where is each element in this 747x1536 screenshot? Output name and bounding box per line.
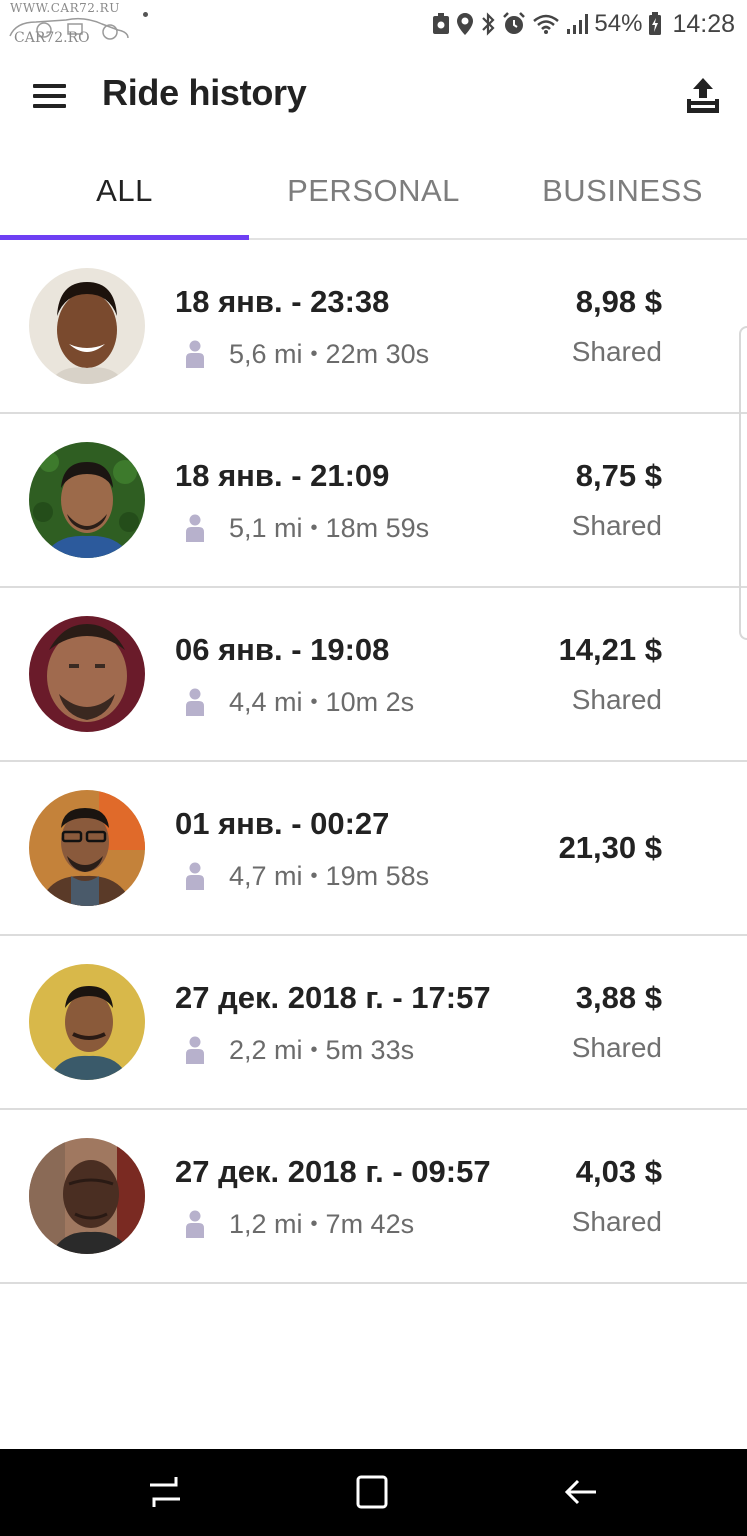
separator-dot: • xyxy=(310,516,318,539)
ride-type: Shared xyxy=(571,510,662,541)
tab-business[interactable]: BUSINESS xyxy=(498,144,747,238)
ride-price: 14,21 $ xyxy=(558,632,662,667)
separator-dot: • xyxy=(310,690,318,713)
person-icon xyxy=(185,1036,205,1064)
ride-price: 8,98 $ xyxy=(575,284,662,319)
ride-row[interactable]: 06 янв. - 19:08 4,4 mi • 10m 2s 14,21 $ … xyxy=(0,588,747,762)
hamburger-menu-icon[interactable] xyxy=(30,78,70,114)
person-icon xyxy=(185,340,205,368)
ride-price: 21,30 $ xyxy=(558,830,662,865)
app-bar: Ride history xyxy=(0,48,747,144)
location-icon xyxy=(456,12,474,36)
ride-duration: 22m 30s xyxy=(325,338,430,369)
person-icon xyxy=(185,862,205,890)
status-time: 14:28 xyxy=(672,9,735,38)
recent-apps-icon[interactable] xyxy=(140,1469,190,1515)
scrollbar[interactable] xyxy=(739,326,747,640)
ride-duration: 7m 42s xyxy=(325,1208,415,1239)
ride-distance: 5,1 mi xyxy=(229,512,303,543)
wifi-icon xyxy=(532,13,560,35)
separator-dot: • xyxy=(310,864,318,887)
page-title: Ride history xyxy=(102,72,307,113)
status-bar: WWW.CAR72.RU CAR72.RO 54% 14:28 xyxy=(0,0,747,48)
back-icon[interactable] xyxy=(558,1469,608,1515)
ride-date: 27 дек. 2018 г. - 17:57 xyxy=(175,980,491,1015)
tab-label: PERSONAL xyxy=(287,173,460,208)
alarm-icon xyxy=(502,12,526,36)
driver-avatar xyxy=(29,268,145,384)
ride-duration: 18m 59s xyxy=(325,512,430,543)
system-nav-bar xyxy=(0,1449,747,1536)
ride-row[interactable]: 27 дек. 2018 г. - 09:57 1,2 mi • 7m 42s … xyxy=(0,1110,747,1284)
ride-price: 4,03 $ xyxy=(575,1154,662,1189)
driver-avatar xyxy=(29,1138,145,1254)
watermark-bottom-text: CAR72.RO xyxy=(14,30,90,46)
person-icon xyxy=(185,688,205,716)
ride-meta: 4,4 mi • 10m 2s xyxy=(185,684,414,720)
home-icon[interactable] xyxy=(348,1469,398,1515)
notification-dot-icon xyxy=(143,12,148,17)
driver-avatar xyxy=(29,790,145,906)
ride-filter-tabs: ALL PERSONAL BUSINESS xyxy=(0,144,747,240)
watermark: WWW.CAR72.RU CAR72.RO xyxy=(6,1,136,46)
ride-date: 27 дек. 2018 г. - 09:57 xyxy=(175,1154,491,1189)
ride-distance: 5,6 mi xyxy=(229,338,303,369)
ride-date: 18 янв. - 21:09 xyxy=(175,458,390,493)
ride-meta: 2,2 mi • 5m 33s xyxy=(185,1032,414,1068)
tab-label: ALL xyxy=(96,173,153,208)
ride-type: Shared xyxy=(571,1206,662,1237)
tab-all[interactable]: ALL xyxy=(0,144,249,238)
ride-duration: 19m 58s xyxy=(325,860,430,891)
ride-meta: 4,7 mi • 19m 58s xyxy=(185,858,429,894)
battery-percent: 54% xyxy=(594,10,643,37)
ride-distance: 1,2 mi xyxy=(229,1208,303,1239)
ride-distance: 4,7 mi xyxy=(229,860,303,891)
driver-avatar xyxy=(29,442,145,558)
separator-dot: • xyxy=(310,342,318,365)
ride-date: 01 янв. - 00:27 xyxy=(175,806,390,841)
notification-icon xyxy=(432,13,450,35)
person-icon xyxy=(185,514,205,542)
ride-meta: 5,6 mi • 22m 30s xyxy=(185,336,429,372)
ride-meta: 5,1 mi • 18m 59s xyxy=(185,510,429,546)
bluetooth-icon xyxy=(480,12,496,36)
ride-type: Shared xyxy=(571,684,662,715)
separator-dot: • xyxy=(310,1212,318,1235)
driver-avatar xyxy=(29,616,145,732)
tab-label: BUSINESS xyxy=(542,173,703,208)
ride-row[interactable]: 27 дек. 2018 г. - 17:57 2,2 mi • 5m 33s … xyxy=(0,936,747,1110)
ride-row[interactable]: 18 янв. - 21:09 5,1 mi • 18m 59s 8,75 $ … xyxy=(0,414,747,588)
ride-distance: 4,4 mi xyxy=(229,686,303,717)
ride-row[interactable]: 01 янв. - 00:27 4,7 mi • 19m 58s 21,30 $ xyxy=(0,762,747,936)
ride-date: 06 янв. - 19:08 xyxy=(175,632,390,667)
ride-type: Shared xyxy=(571,1032,662,1063)
ride-duration: 5m 33s xyxy=(325,1034,415,1065)
ride-list: 18 янв. - 23:38 5,6 mi • 22m 30s 8,98 $ … xyxy=(0,240,747,1284)
ride-duration: 10m 2s xyxy=(325,686,415,717)
ride-meta: 1,2 mi • 7m 42s xyxy=(185,1206,414,1242)
battery-icon xyxy=(648,12,662,36)
ride-type: Shared xyxy=(571,336,662,367)
signal-icon xyxy=(566,13,589,35)
tab-personal[interactable]: PERSONAL xyxy=(249,144,498,238)
ride-distance: 2,2 mi xyxy=(229,1034,303,1065)
status-icons: 54% 14:28 xyxy=(432,8,735,40)
ride-price: 3,88 $ xyxy=(575,980,662,1015)
person-icon xyxy=(185,1210,205,1238)
ride-price: 8,75 $ xyxy=(575,458,662,493)
ride-row[interactable]: 18 янв. - 23:38 5,6 mi • 22m 30s 8,98 $ … xyxy=(0,240,747,414)
driver-avatar xyxy=(29,964,145,1080)
separator-dot: • xyxy=(310,1038,318,1061)
export-icon[interactable] xyxy=(683,74,723,116)
ride-date: 18 янв. - 23:38 xyxy=(175,284,390,319)
